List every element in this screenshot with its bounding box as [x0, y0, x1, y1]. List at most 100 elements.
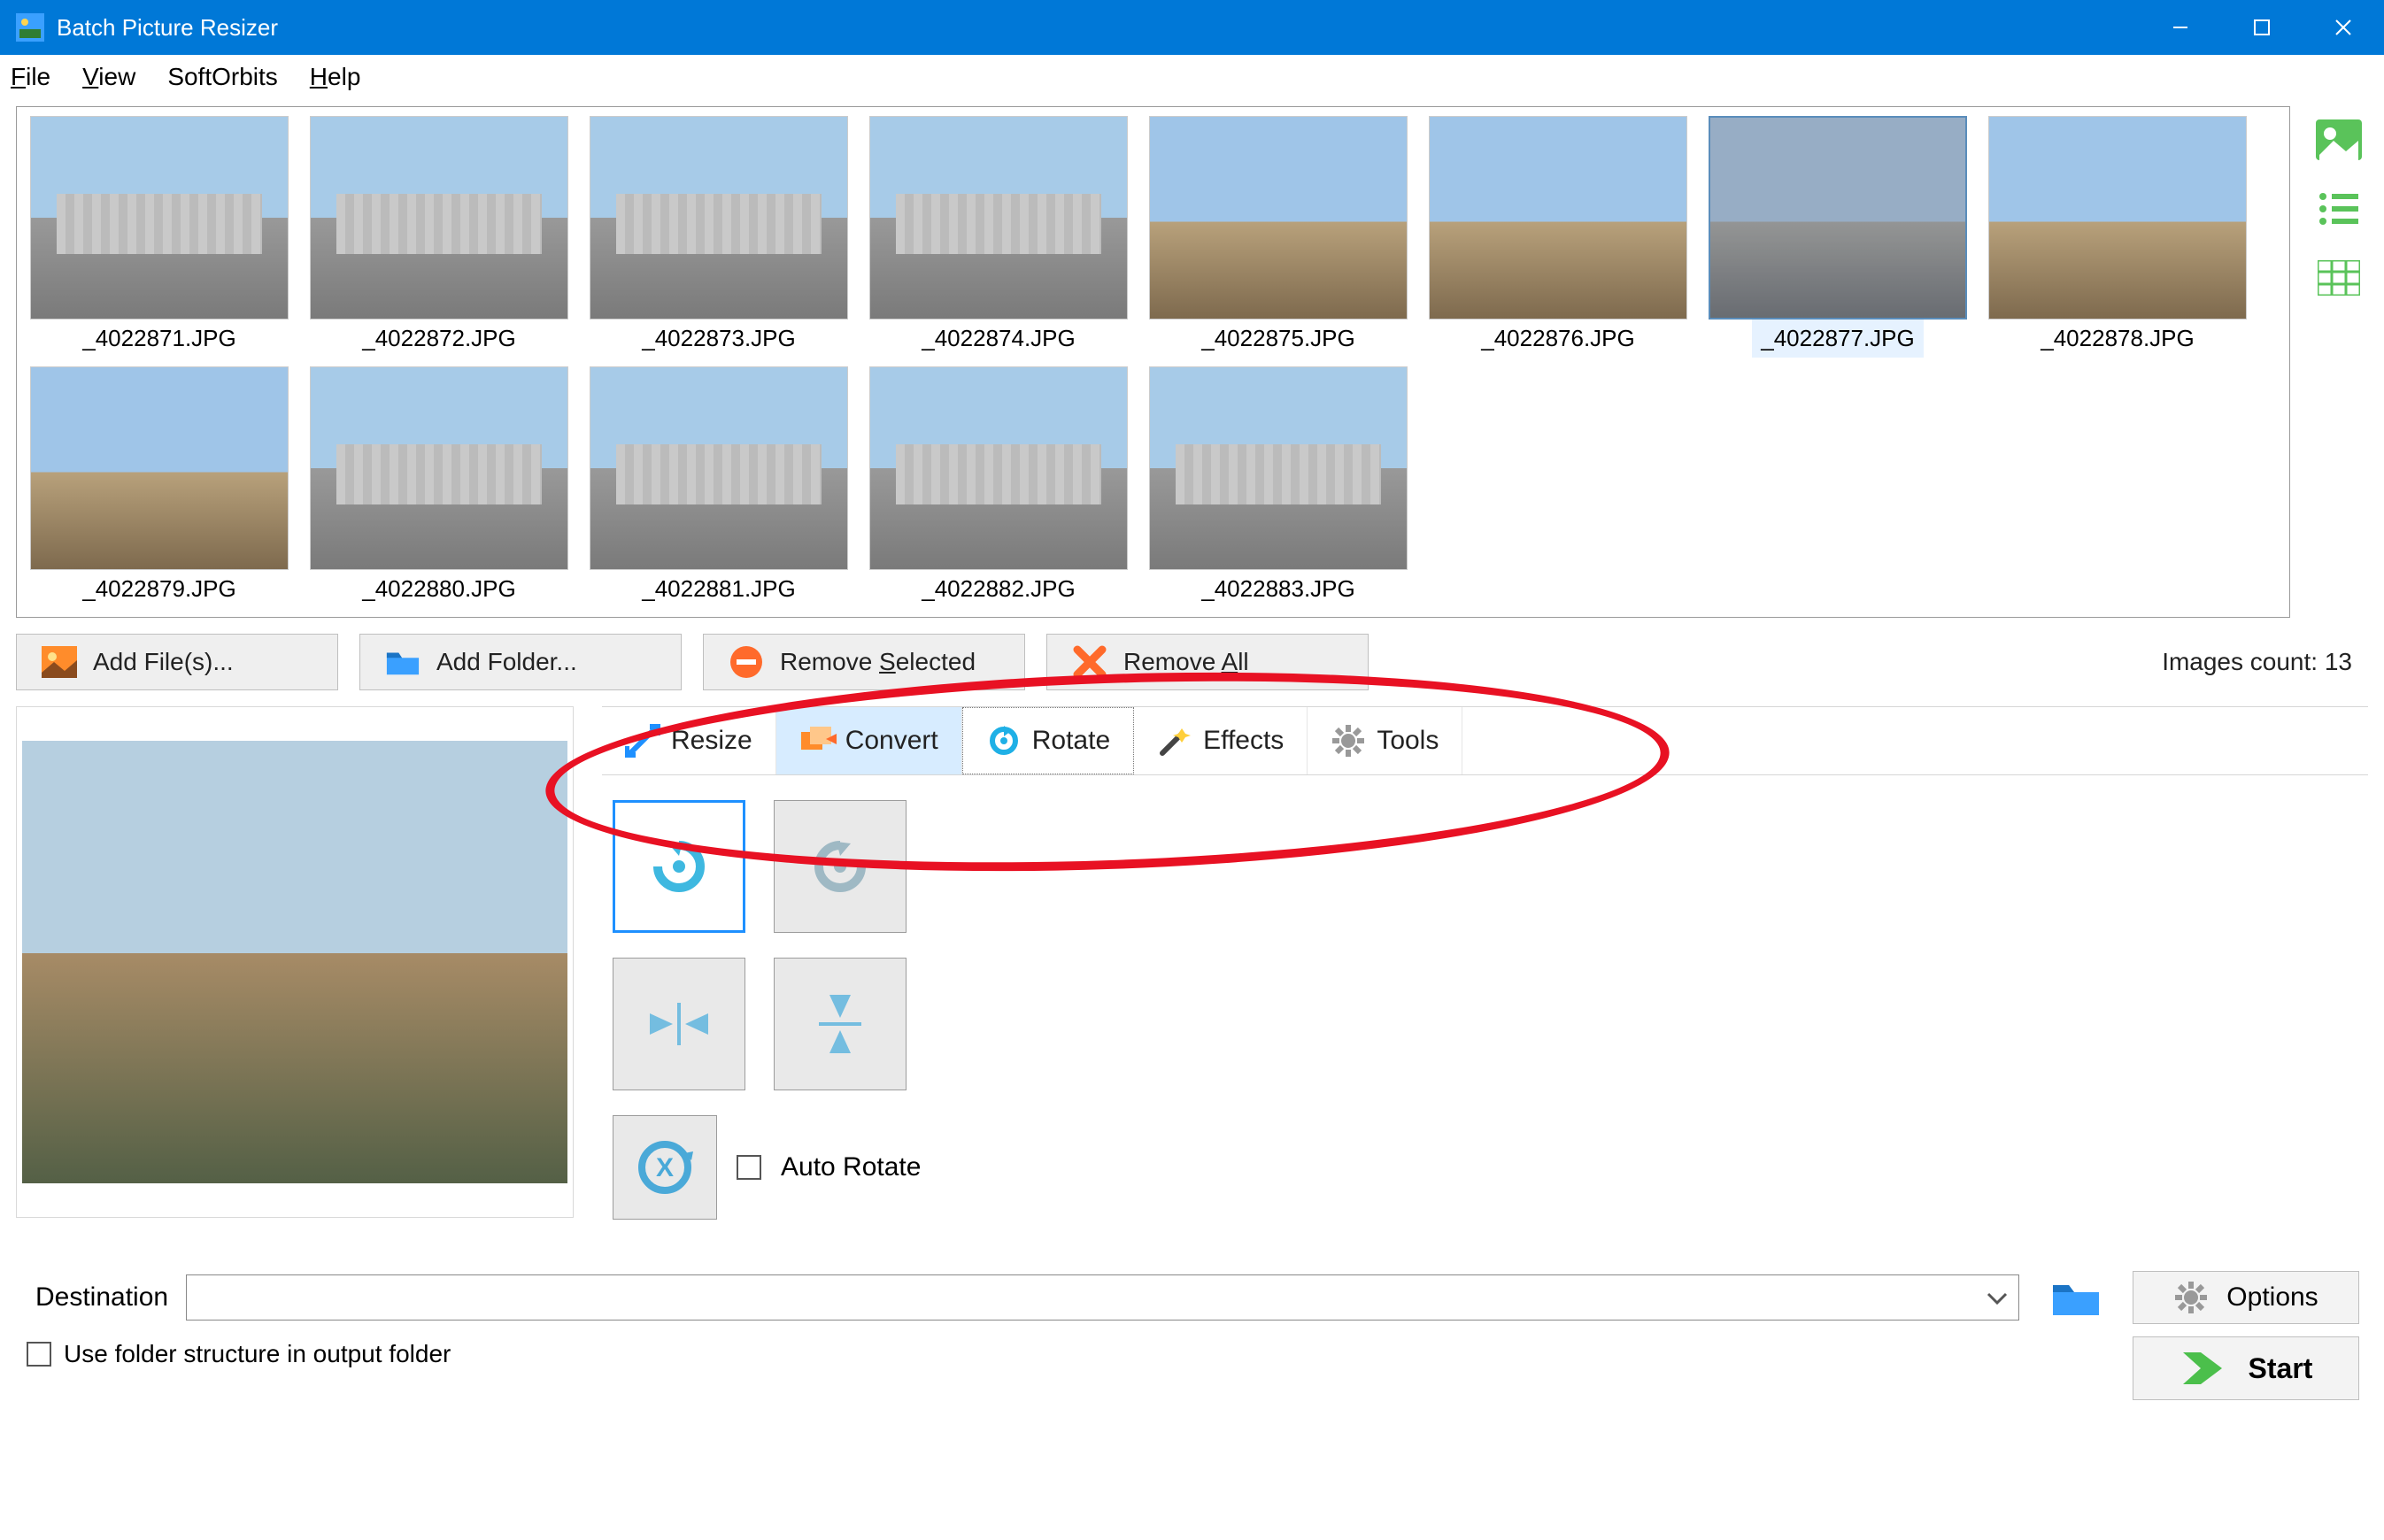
tab-effects[interactable]: Effects	[1134, 707, 1308, 774]
menu-file[interactable]: File	[11, 63, 50, 91]
close-button[interactable]	[2303, 0, 2384, 55]
chevron-down-icon	[1985, 1285, 2010, 1310]
add-files-button[interactable]: Add File(s)...	[16, 634, 338, 690]
thumbnail-image	[30, 366, 289, 570]
thumbnail-caption: _4022879.JPG	[73, 570, 244, 608]
thumbnail[interactable]: _4022876.JPG	[1423, 116, 1693, 358]
options-label: Options	[2226, 1282, 2318, 1313]
menu-help[interactable]: Help	[310, 63, 361, 91]
thumbnail-caption: _4022876.JPG	[1472, 320, 1643, 358]
start-button[interactable]: Start	[2133, 1336, 2359, 1400]
tab-rotate-label: Rotate	[1032, 726, 1110, 756]
title-bar: Batch Picture Resizer	[0, 0, 2384, 55]
tab-rotate[interactable]: Rotate	[962, 707, 1134, 774]
tab-convert-label: Convert	[845, 726, 938, 756]
thumbnail[interactable]: _4022880.JPG	[304, 366, 575, 608]
remove-icon	[729, 644, 764, 680]
add-folder-label: Add Folder...	[436, 648, 577, 676]
thumbnail-caption: _4022883.JPG	[1192, 570, 1363, 608]
preview-image	[22, 741, 567, 1183]
auto-rotate-label: Auto Rotate	[781, 1152, 921, 1182]
svg-text:X: X	[656, 1153, 674, 1182]
thumbnail-image	[1149, 116, 1408, 320]
options-button[interactable]: Options	[2133, 1271, 2359, 1324]
tab-resize-label: Resize	[671, 726, 752, 756]
flip-horizontal-button[interactable]	[613, 958, 745, 1090]
thumbnail[interactable]: _4022882.JPG	[863, 366, 1134, 608]
start-label: Start	[2249, 1352, 2313, 1385]
auto-rotate-checkbox[interactable]	[737, 1155, 761, 1180]
play-icon	[2180, 1349, 2226, 1388]
menu-view[interactable]: View	[82, 63, 135, 91]
gear-icon	[2173, 1280, 2209, 1315]
thumbnail-image	[1149, 366, 1408, 570]
thumbnail-image	[30, 116, 289, 320]
thumbnail-caption: _4022873.JPG	[633, 320, 804, 358]
window-title: Batch Picture Resizer	[57, 14, 278, 42]
app-icon	[16, 13, 44, 42]
thumbnail[interactable]: _4022878.JPG	[1982, 116, 2253, 358]
thumbnail[interactable]: _4022874.JPG	[863, 116, 1134, 358]
use-folder-structure-label: Use folder structure in output folder	[64, 1340, 451, 1368]
thumbnail-caption: _4022871.JPG	[73, 320, 244, 358]
auto-rotate-button[interactable]: X	[613, 1115, 717, 1220]
resize-icon	[625, 723, 660, 758]
thumbnail-image	[1429, 116, 1687, 320]
remove-all-label: Remove All	[1123, 648, 1249, 676]
browse-folder-button[interactable]	[2037, 1271, 2115, 1324]
minimize-button[interactable]	[2140, 0, 2221, 55]
view-mode-toolbar	[2306, 99, 2372, 625]
thumbnail[interactable]: _4022872.JPG	[304, 116, 575, 358]
destination-combo[interactable]	[186, 1274, 2019, 1321]
tab-resize[interactable]: Resize	[602, 707, 776, 774]
view-table-button[interactable]	[2312, 253, 2365, 303]
thumbnail-caption: _4022877.JPG	[1752, 320, 1923, 358]
thumbnail-caption: _4022878.JPG	[2032, 320, 2203, 358]
thumbnail-caption: _4022881.JPG	[633, 570, 804, 608]
file-toolbar: Add File(s)... Add Folder... Remove Sele…	[0, 625, 2384, 699]
thumbnail-caption: _4022880.JPG	[353, 570, 524, 608]
flip-vertical-button[interactable]	[774, 958, 907, 1090]
rotate-right-button[interactable]	[774, 800, 907, 933]
tabs-row: Resize Convert Rotate Effects Tools	[602, 706, 2368, 775]
images-count-label: Images count: 13	[2162, 648, 2368, 676]
delete-icon	[1072, 644, 1107, 680]
thumbnail[interactable]: _4022881.JPG	[583, 366, 854, 608]
rotate-panel: X Auto Rotate	[602, 775, 2368, 1244]
thumbnail-caption: _4022875.JPG	[1192, 320, 1363, 358]
thumbnail[interactable]: _4022883.JPG	[1143, 366, 1414, 608]
thumbnail-caption: _4022882.JPG	[913, 570, 1084, 608]
destination-label: Destination	[35, 1282, 168, 1313]
rotate-icon	[986, 723, 1022, 758]
preview-pane	[16, 706, 574, 1218]
thumbnail-image	[310, 366, 568, 570]
thumbnail[interactable]: _4022871.JPG	[24, 116, 295, 358]
thumbnail-caption: _4022874.JPG	[913, 320, 1084, 358]
remove-selected-button[interactable]: Remove Selected	[703, 634, 1025, 690]
tab-tools-label: Tools	[1377, 726, 1439, 756]
maximize-button[interactable]	[2221, 0, 2303, 55]
image-icon	[42, 644, 77, 680]
thumbnail[interactable]: _4022875.JPG	[1143, 116, 1414, 358]
convert-icon	[799, 723, 835, 758]
thumbnail-image	[1988, 116, 2247, 320]
view-list-button[interactable]	[2312, 184, 2365, 234]
menu-bar: File View SoftOrbits Help	[0, 55, 2384, 99]
thumbnail-image	[310, 116, 568, 320]
add-folder-button[interactable]: Add Folder...	[359, 634, 682, 690]
thumbnail[interactable]: _4022879.JPG	[24, 366, 295, 608]
thumbnail-caption: _4022872.JPG	[353, 320, 524, 358]
thumbnail-image	[869, 116, 1128, 320]
thumbnail-image	[869, 366, 1128, 570]
use-folder-structure-checkbox[interactable]	[27, 1342, 51, 1367]
menu-softorbits[interactable]: SoftOrbits	[167, 63, 277, 91]
tab-convert[interactable]: Convert	[776, 707, 962, 774]
image-gallery: _4022871.JPG _4022872.JPG _4022873.JPG _402…	[16, 106, 2290, 618]
destination-bar: Destination Options	[0, 1244, 2384, 1331]
thumbnail[interactable]: _4022873.JPG	[583, 116, 854, 358]
tab-tools[interactable]: Tools	[1308, 707, 1462, 774]
rotate-left-button[interactable]	[613, 800, 745, 933]
thumbnail[interactable]: _4022877.JPG	[1702, 116, 1973, 358]
view-thumbnails-button[interactable]	[2312, 115, 2365, 165]
remove-all-button[interactable]: Remove All	[1046, 634, 1369, 690]
